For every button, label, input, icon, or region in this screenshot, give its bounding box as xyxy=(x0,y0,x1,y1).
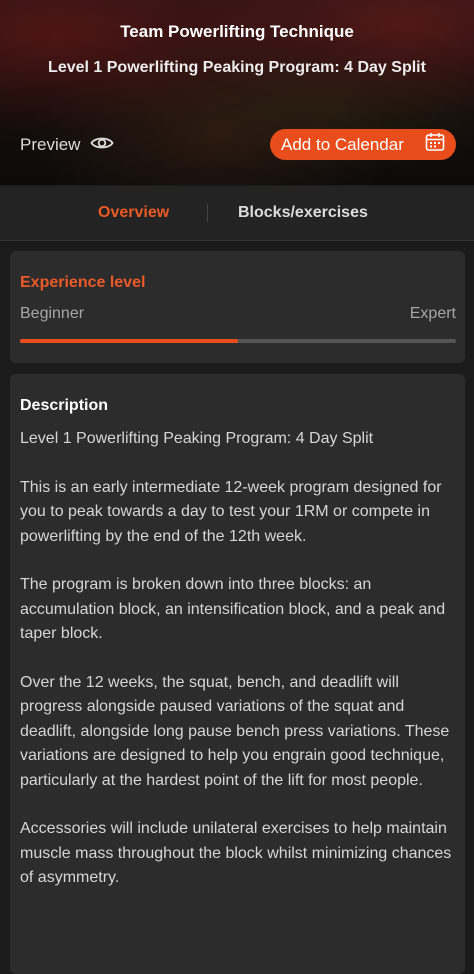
program-team-title: Team Powerlifting Technique xyxy=(120,22,354,41)
description-card: Description Level 1 Powerlifting Peaking… xyxy=(10,374,465,974)
experience-max-label: Expert xyxy=(409,305,456,322)
tab-blocks-exercises[interactable]: Blocks/exercises xyxy=(238,186,368,240)
tab-bar: Overview Blocks/exercises xyxy=(0,186,474,241)
description-title: Description xyxy=(20,397,109,414)
description-paragraph: The program is broken down into three bl… xyxy=(20,576,446,642)
hero-banner: Team Powerlifting Technique Level 1 Powe… xyxy=(0,0,474,185)
program-title: Level 1 Powerlifting Peaking Program: 4 … xyxy=(48,59,426,76)
experience-level-title: Experience level xyxy=(20,274,146,291)
experience-level-fill xyxy=(20,339,238,343)
preview-button[interactable]: Preview xyxy=(20,134,115,156)
tab-divider xyxy=(207,204,208,222)
add-to-calendar-button[interactable]: Add to Calendar xyxy=(270,129,456,160)
description-paragraph: Accessories will include unilateral exer… xyxy=(20,820,452,886)
description-paragraph: Level 1 Powerlifting Peaking Program: 4 … xyxy=(20,430,374,447)
tab-overview[interactable]: Overview xyxy=(98,186,169,240)
description-paragraph: Over the 12 weeks, the squat, bench, and… xyxy=(20,673,450,789)
description-body: Level 1 Powerlifting Peaking Program: 4 … xyxy=(20,427,456,915)
add-to-calendar-label: Add to Calendar xyxy=(281,134,404,154)
description-paragraph: This is an early intermediate 12-week pr… xyxy=(20,478,442,545)
preview-label: Preview xyxy=(20,135,81,154)
experience-level-card: Experience level Beginner Expert xyxy=(10,251,465,363)
calendar-icon xyxy=(425,132,445,157)
experience-level-bar xyxy=(20,339,456,343)
experience-min-label: Beginner xyxy=(20,305,85,322)
eye-icon xyxy=(90,135,115,156)
